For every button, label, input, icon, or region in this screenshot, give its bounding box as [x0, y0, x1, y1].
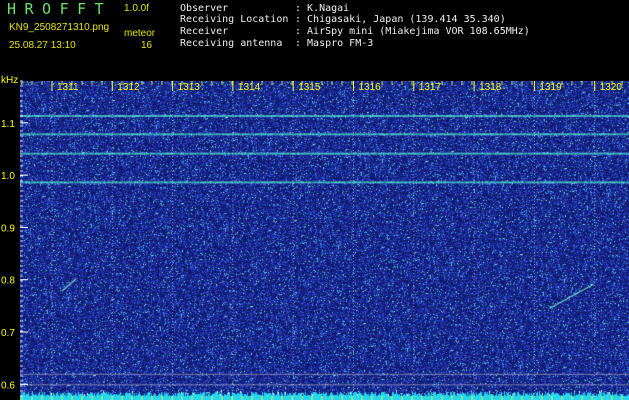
mode-label: meteor [124, 28, 156, 39]
frequency-tick-label: 1.1 [1, 119, 15, 130]
version-label: 1.0.0f [124, 3, 150, 14]
antenna-label: Receiving antenna [180, 38, 283, 49]
frequency-tick-label: 0.9 [1, 223, 15, 234]
hrofft-window: HROFFT 1.0.0f KN9_2508271310.png 25.08.2… [0, 0, 629, 400]
filename-label: KN9_2508271310.png [9, 22, 110, 33]
app-logo: HROFFT [7, 0, 113, 18]
frequency-tick-label: 0.7 [1, 328, 15, 339]
frequency-tick-label: 0.6 [1, 380, 15, 391]
spectrogram-waterfall [20, 81, 629, 400]
observer-value: : K.Nagai [295, 3, 350, 14]
receiver-label: Receiver [180, 26, 229, 37]
antenna-value: : Maspro FM-3 [295, 38, 374, 49]
receiver-value: : AirSpy mini (Miakejima VOR 108.65MHz) [295, 26, 530, 37]
datetime-label: 25.08.27 13:10 [9, 40, 76, 51]
observer-label: Observer [180, 3, 229, 14]
location-value: : Chigasaki, Japan (139.414 35.340) [295, 14, 506, 25]
location-label: Receiving Location [180, 14, 289, 25]
frequency-tick-label: 0.8 [1, 276, 15, 287]
count-label: 16 [141, 40, 153, 51]
frequency-tick-label: 1.0 [1, 171, 15, 182]
frequency-unit-label: kHz [1, 75, 18, 86]
